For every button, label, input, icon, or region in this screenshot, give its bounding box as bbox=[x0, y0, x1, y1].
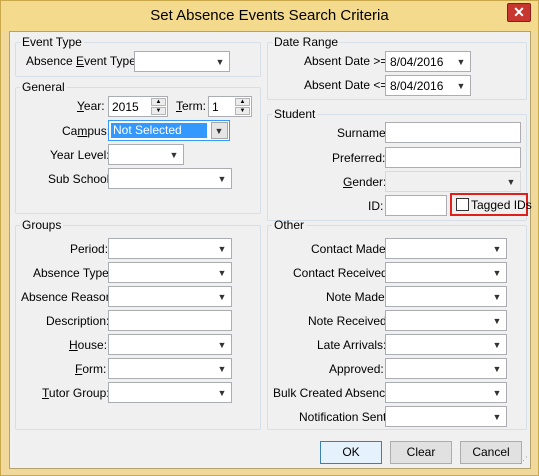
note-made-label: Note Made: bbox=[326, 290, 389, 304]
notification-sent-label: Notification Sent: bbox=[299, 410, 390, 424]
absence-event-type-select[interactable]: ▼ bbox=[134, 51, 230, 72]
date-range-legend: Date Range bbox=[274, 35, 339, 49]
bulk-created-absence-select[interactable]: ▼ bbox=[385, 382, 507, 403]
dialog-body: Event Type Absence Event Type: ▼ General… bbox=[9, 31, 532, 469]
cancel-button[interactable]: Cancel bbox=[460, 441, 522, 464]
spin-down-icon[interactable]: ▼ bbox=[235, 107, 250, 115]
year-label: Year: bbox=[77, 99, 105, 113]
house-select[interactable]: ▼ bbox=[108, 334, 232, 355]
contact-received-select[interactable]: ▼ bbox=[385, 262, 507, 283]
chevron-down-icon: ▼ bbox=[506, 177, 516, 187]
term-spinner[interactable]: 1 ▲ ▼ bbox=[208, 96, 252, 117]
gender-label: Gender: bbox=[343, 175, 387, 189]
absence-event-type-label: Absence Event Type: bbox=[26, 54, 140, 68]
chevron-down-icon: ▼ bbox=[492, 292, 502, 302]
other-legend: Other bbox=[274, 218, 305, 232]
absent-date-to-label: Absent Date <= bbox=[304, 78, 388, 92]
bulk-created-absence-label: Bulk Created Absence: bbox=[273, 386, 396, 400]
resize-grip-icon[interactable]: ⋰ bbox=[519, 455, 528, 466]
groups-legend: Groups bbox=[22, 218, 62, 232]
absent-date-from-label: Absent Date >= bbox=[304, 54, 388, 68]
year-level-select[interactable]: ▼ bbox=[108, 144, 184, 165]
spin-up-icon[interactable]: ▲ bbox=[235, 98, 250, 106]
chevron-down-icon: ▼ bbox=[492, 340, 502, 350]
preferred-field[interactable] bbox=[385, 147, 521, 168]
campus-label: Campus: bbox=[62, 124, 111, 138]
chevron-down-icon: ▼ bbox=[492, 244, 502, 254]
absence-type-select[interactable]: ▼ bbox=[108, 262, 232, 283]
chevron-down-icon: ▼ bbox=[492, 364, 502, 374]
ok-button[interactable]: OK bbox=[320, 441, 382, 464]
event-type-legend: Event Type bbox=[22, 35, 82, 49]
window-title: Set Absence Events Search Criteria bbox=[150, 7, 389, 24]
chevron-down-icon: ▼ bbox=[456, 81, 466, 91]
chevron-down-icon: ▼ bbox=[217, 292, 227, 302]
chevron-down-icon: ▼ bbox=[217, 174, 227, 184]
general-legend: General bbox=[22, 80, 65, 94]
campus-select[interactable]: Not Selected ▼ bbox=[108, 120, 230, 141]
note-received-select[interactable]: ▼ bbox=[385, 310, 507, 331]
gender-select[interactable]: ▼ bbox=[385, 171, 521, 192]
tagged-ids-toggle[interactable]: Tagged IDs bbox=[450, 193, 532, 216]
year-level-label: Year Level: bbox=[50, 148, 110, 162]
tagged-ids-checkbox[interactable] bbox=[456, 198, 469, 211]
chevron-down-icon: ▼ bbox=[217, 340, 227, 350]
id-label: ID: bbox=[368, 199, 384, 213]
chevron-down-icon: ▼ bbox=[214, 126, 224, 136]
tutor-group-select[interactable]: ▼ bbox=[108, 382, 232, 403]
absent-date-to-picker[interactable]: 8/04/2016 ▼ bbox=[385, 75, 471, 96]
chevron-down-icon: ▼ bbox=[492, 268, 502, 278]
chevron-down-icon: ▼ bbox=[217, 244, 227, 254]
id-field[interactable] bbox=[385, 195, 447, 216]
title-bar: Set Absence Events Search Criteria ✕ bbox=[1, 1, 538, 31]
absence-reason-label: Absence Reason: bbox=[21, 290, 116, 304]
chevron-down-icon: ▼ bbox=[217, 364, 227, 374]
chevron-down-icon: ▼ bbox=[492, 316, 502, 326]
chevron-down-icon: ▼ bbox=[215, 57, 225, 67]
period-label: Period: bbox=[70, 242, 109, 256]
notification-sent-select[interactable]: ▼ bbox=[385, 406, 507, 427]
form-select[interactable]: ▼ bbox=[108, 358, 232, 379]
period-select[interactable]: ▼ bbox=[108, 238, 232, 259]
chevron-down-icon: ▼ bbox=[492, 412, 502, 422]
late-arrivals-label: Late Arrivals: bbox=[317, 338, 387, 352]
absence-reason-select[interactable]: ▼ bbox=[108, 286, 232, 307]
absent-date-from-picker[interactable]: 8/04/2016 ▼ bbox=[385, 51, 471, 72]
surname-field[interactable] bbox=[385, 122, 521, 143]
description-label: Description: bbox=[46, 314, 110, 328]
form-label: Form: bbox=[75, 362, 107, 376]
chevron-down-icon: ▼ bbox=[492, 388, 502, 398]
chevron-down-icon: ▼ bbox=[456, 57, 466, 67]
tutor-group-label: Tutor Group: bbox=[42, 386, 110, 400]
term-label: Term: bbox=[176, 99, 206, 113]
note-received-label: Note Received: bbox=[308, 314, 391, 328]
contact-made-label: Contact Made: bbox=[311, 242, 390, 256]
surname-label: Surname: bbox=[337, 126, 390, 140]
house-label: House: bbox=[69, 338, 108, 352]
spin-down-icon[interactable]: ▼ bbox=[151, 107, 166, 115]
spin-up-icon[interactable]: ▲ bbox=[151, 98, 166, 106]
student-legend: Student bbox=[274, 107, 316, 121]
chevron-down-icon: ▼ bbox=[169, 150, 179, 160]
tagged-ids-label: Tagged IDs bbox=[471, 198, 532, 212]
description-field[interactable] bbox=[108, 310, 232, 331]
dialog-window: Set Absence Events Search Criteria ✕ Eve… bbox=[0, 0, 539, 476]
absence-type-label: Absence Type: bbox=[33, 266, 113, 280]
approved-select[interactable]: ▼ bbox=[385, 358, 507, 379]
contact-received-label: Contact Received: bbox=[293, 266, 392, 280]
approved-label: Approved: bbox=[329, 362, 384, 376]
clear-button[interactable]: Clear bbox=[390, 441, 452, 464]
chevron-down-icon: ▼ bbox=[217, 388, 227, 398]
chevron-down-icon: ▼ bbox=[217, 268, 227, 278]
note-made-select[interactable]: ▼ bbox=[385, 286, 507, 307]
contact-made-select[interactable]: ▼ bbox=[385, 238, 507, 259]
sub-school-select[interactable]: ▼ bbox=[108, 168, 232, 189]
year-spinner[interactable]: 2015 ▲ ▼ bbox=[108, 96, 168, 117]
close-icon[interactable]: ✕ bbox=[507, 3, 531, 22]
preferred-label: Preferred: bbox=[332, 151, 386, 165]
sub-school-label: Sub School: bbox=[48, 172, 113, 186]
late-arrivals-select[interactable]: ▼ bbox=[385, 334, 507, 355]
